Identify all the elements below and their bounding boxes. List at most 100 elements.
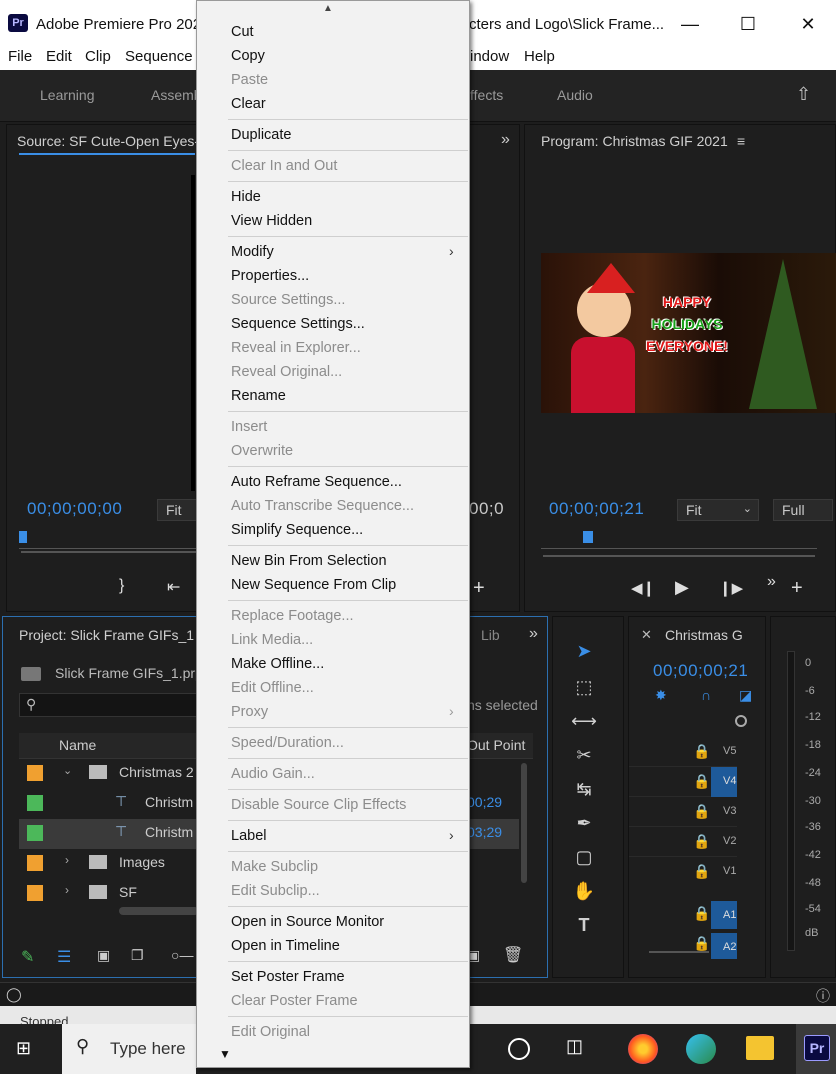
close-icon[interactable]: ✕ (788, 10, 828, 38)
timeline-zoom-bar[interactable] (649, 951, 709, 953)
menu-item-proxy[interactable]: Proxy (231, 704, 268, 720)
render-status-icon[interactable]: ◯ (6, 986, 22, 1003)
program-fit-dropdown[interactable]: Fit ⌄ (677, 499, 759, 521)
menu-item-clear-in-and-out[interactable]: Clear In and Out (231, 158, 337, 174)
menu-item-label[interactable]: Label (231, 828, 266, 844)
libraries-tab[interactable]: Lib (481, 627, 500, 643)
trash-icon[interactable]: 🗑 (503, 945, 523, 965)
menu-item-make-offline[interactable]: Make Offline... (231, 656, 324, 672)
lock-icon[interactable]: 🔒 (693, 833, 710, 850)
info-icon[interactable]: ⓘ (816, 986, 830, 1006)
menu-item-link-media[interactable]: Link Media... (231, 632, 313, 648)
column-out-point-header[interactable]: Out Point (467, 737, 525, 753)
label-color-swatch[interactable] (27, 825, 43, 841)
razor-tool-icon[interactable]: ✂ (569, 745, 599, 766)
label-color-swatch[interactable] (27, 855, 43, 871)
lock-icon[interactable]: 🔒 (693, 935, 710, 952)
premiere-taskbar-button[interactable]: Pr (796, 1024, 836, 1074)
firefox-icon[interactable] (628, 1034, 658, 1064)
source-fit-dropdown[interactable]: Fit (157, 499, 197, 521)
item-out-point[interactable]: 03;29 (467, 824, 502, 840)
add-button-icon[interactable]: + (473, 577, 485, 600)
menu-item-overwrite[interactable]: Overwrite (231, 443, 293, 459)
source-playhead[interactable] (19, 531, 27, 543)
menu-item-new-bin-from-selection[interactable]: New Bin From Selection (231, 553, 387, 569)
menu-item-copy[interactable]: Copy (231, 48, 265, 64)
go-to-in-icon[interactable]: ⇤ (167, 577, 180, 597)
source-timecode[interactable]: 00;00;00;00 (27, 499, 122, 519)
menu-sequence[interactable]: Sequence (125, 48, 193, 65)
menu-item-properties[interactable]: Properties... (231, 268, 309, 284)
timeline-timecode[interactable]: 00;00;00;21 (653, 661, 748, 681)
type-tool-icon[interactable]: T (569, 915, 599, 936)
track-header-a2[interactable]: 🔒 A2 (629, 933, 737, 959)
rectangle-tool-icon[interactable]: ▢ (569, 847, 599, 868)
zoom-slider[interactable]: ○— (171, 947, 193, 963)
program-timecode[interactable]: 00;00;00;21 (549, 499, 644, 519)
menu-item-auto-transcribe-sequence[interactable]: Auto Transcribe Sequence... (231, 498, 414, 514)
project-panel-title[interactable]: Project: Slick Frame GIFs_1 (19, 627, 194, 643)
project-search-input[interactable]: ⚲ (19, 693, 199, 717)
menu-item-audio-gain[interactable]: Audio Gain... (231, 766, 315, 782)
menu-item-speed-duration[interactable]: Speed/Duration... (231, 735, 344, 751)
source-zoom-bar[interactable] (21, 551, 201, 553)
menu-item-insert[interactable]: Insert (231, 419, 267, 435)
timeline-tab[interactable]: Christmas G (665, 627, 743, 643)
scroll-down-arrow-icon[interactable]: ▼ (219, 1047, 231, 1061)
menu-item-clear[interactable]: Clear (231, 96, 266, 112)
panel-overflow-icon[interactable]: » (501, 131, 510, 149)
scroll-up-arrow-icon[interactable]: ▲ (323, 3, 333, 14)
pencil-icon[interactable]: ✎ (21, 947, 34, 967)
menu-item-edit-subclip[interactable]: Edit Subclip... (231, 883, 320, 899)
project-overflow-icon[interactable]: » (529, 625, 538, 643)
workspace-effects[interactable]: ffects (470, 87, 503, 103)
program-zoom-bar[interactable] (543, 555, 815, 557)
workspace-assembly[interactable]: Assemb (151, 87, 202, 103)
menu-item-cut[interactable]: Cut (231, 24, 254, 40)
column-name-header[interactable]: Name (59, 737, 96, 753)
panel-menu-icon[interactable]: ≡ (737, 133, 745, 149)
pen-tool-icon[interactable]: ✒ (569, 813, 599, 834)
cortana-icon[interactable] (508, 1038, 530, 1060)
menu-item-auto-reframe-sequence[interactable]: Auto Reframe Sequence... (231, 474, 402, 490)
program-monitor-title[interactable]: Program: Christmas GIF 2021 (541, 133, 728, 149)
label-color-swatch[interactable] (27, 795, 43, 811)
menu-item-open-in-timeline[interactable]: Open in Timeline (231, 938, 340, 954)
menu-item-open-in-source-monitor[interactable]: Open in Source Monitor (231, 914, 384, 930)
menu-item-modify[interactable]: Modify (231, 244, 274, 260)
menu-item-simplify-sequence[interactable]: Simplify Sequence... (231, 522, 363, 538)
menu-help[interactable]: Help (524, 48, 555, 65)
edge-icon[interactable] (686, 1034, 716, 1064)
chevron-right-icon[interactable]: › (65, 853, 69, 867)
file-explorer-icon[interactable] (746, 1036, 774, 1060)
menu-edit[interactable]: Edit (46, 48, 72, 65)
menu-item-sequence-settings[interactable]: Sequence Settings... (231, 316, 365, 332)
lock-icon[interactable]: 🔒 (693, 773, 710, 790)
menu-item-make-subclip[interactable]: Make Subclip (231, 859, 318, 875)
workspace-learning[interactable]: Learning (40, 87, 95, 103)
track-header-v2[interactable]: 🔒 V2 (629, 827, 737, 857)
program-playhead[interactable] (583, 531, 593, 543)
source-monitor-title[interactable]: Source: SF Cute-Open Eyes-B (17, 133, 208, 149)
linked-selection-icon[interactable]: ◪ (739, 687, 752, 704)
menu-item-set-poster-frame[interactable]: Set Poster Frame (231, 969, 345, 985)
menu-item-disable-source-clip-effects[interactable]: Disable Source Clip Effects (231, 797, 406, 813)
horizontal-scrollbar[interactable] (119, 907, 199, 915)
menu-item-reveal-in-explorer[interactable]: Reveal in Explorer... (231, 340, 361, 356)
label-color-swatch[interactable] (27, 885, 43, 901)
workspace-audio[interactable]: Audio (557, 87, 593, 103)
source-time-ruler[interactable] (19, 535, 199, 549)
freeform-view-icon[interactable]: ❐ (131, 947, 144, 964)
controls-overflow-icon[interactable]: » (767, 573, 776, 591)
menu-item-replace-footage[interactable]: Replace Footage... (231, 608, 354, 624)
menu-item-view-hidden[interactable]: View Hidden (231, 213, 312, 229)
menu-item-clear-poster-frame[interactable]: Clear Poster Frame (231, 993, 358, 1009)
step-forward-icon[interactable]: ❙▶ (719, 579, 743, 597)
track-select-tool-icon[interactable]: ⬚ (569, 677, 599, 698)
list-view-icon[interactable]: ☰ (57, 947, 71, 967)
close-icon[interactable]: ✕ (641, 627, 652, 643)
program-add-button-icon[interactable]: + (791, 577, 803, 600)
menu-item-new-sequence-from-clip[interactable]: New Sequence From Clip (231, 577, 396, 593)
play-icon[interactable]: ▶ (675, 577, 689, 598)
menu-item-source-settings[interactable]: Source Settings... (231, 292, 345, 308)
